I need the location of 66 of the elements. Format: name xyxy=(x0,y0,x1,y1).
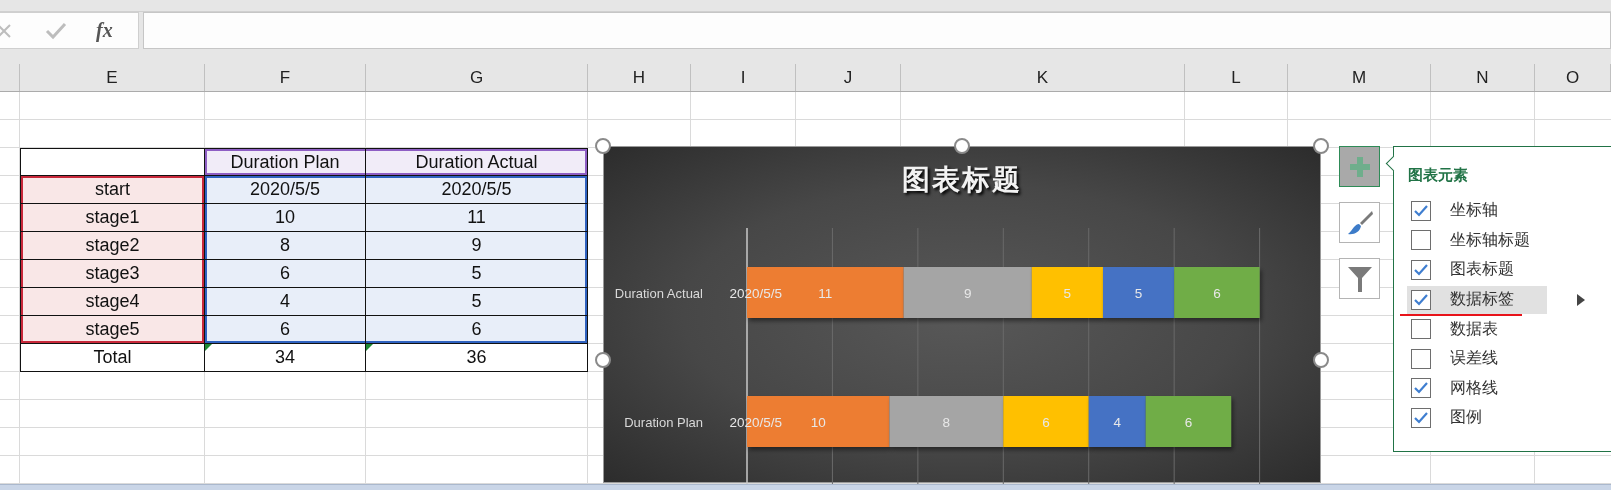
table-cell: 2020/5/5 xyxy=(205,176,366,204)
checklist-item[interactable]: 网格线 xyxy=(1407,374,1547,403)
column-header[interactable]: G xyxy=(366,64,588,91)
category-label: Duration Plan xyxy=(624,414,703,430)
table-cell: 34 xyxy=(205,344,366,372)
table-cell: 2020/5/5 xyxy=(366,176,588,204)
table-cell: 5 xyxy=(366,260,588,288)
table-cell: 6 xyxy=(205,260,366,288)
table-cell: start xyxy=(20,176,205,204)
table-cell: 10 xyxy=(205,204,366,232)
table-cell: Duration Actual xyxy=(366,148,588,176)
chart-tool-button[interactable] xyxy=(1339,202,1380,243)
checkbox[interactable] xyxy=(1411,407,1431,428)
column-header[interactable]: N xyxy=(1431,64,1535,91)
checklist-item[interactable]: 数据表 xyxy=(1407,315,1547,344)
table-cell: stage5 xyxy=(20,316,205,344)
check-icon[interactable] xyxy=(45,21,67,40)
table-cell: 6 xyxy=(366,316,588,344)
table-cell: 4 xyxy=(205,288,366,316)
column-header[interactable]: J xyxy=(796,64,901,91)
table-cell: 36 xyxy=(366,344,588,372)
column-header[interactable]: F xyxy=(205,64,366,91)
checkbox[interactable] xyxy=(1411,260,1431,280)
chart-title[interactable]: 图表标题 xyxy=(902,161,1022,199)
bar-segment[interactable] xyxy=(1102,267,1175,318)
column-header[interactable]: L xyxy=(1185,64,1288,91)
filter-icon xyxy=(1347,265,1372,292)
table-cell: 6 xyxy=(205,316,366,344)
table-cell: 5 xyxy=(366,288,588,316)
table-cell: stage1 xyxy=(20,204,205,232)
table-cell: Duration Plan xyxy=(205,148,366,176)
table-cell: stage4 xyxy=(20,288,205,316)
formula-input[interactable] xyxy=(143,12,1611,49)
checkbox[interactable] xyxy=(1411,348,1431,369)
table-cell: 11 xyxy=(366,204,588,232)
plus-icon xyxy=(1349,156,1370,177)
column-header[interactable]: M xyxy=(1288,64,1431,91)
table-cell: Total xyxy=(20,344,205,372)
checklist-item[interactable]: 坐标轴标题 xyxy=(1407,226,1547,255)
table-cell: stage2 xyxy=(20,232,205,260)
column-header[interactable]: H xyxy=(588,64,691,91)
brush-icon xyxy=(1346,209,1373,236)
column-header[interactable]: E xyxy=(20,64,205,91)
checklist-item[interactable]: 图例 xyxy=(1407,403,1547,432)
column-header[interactable]: O xyxy=(1535,64,1611,91)
checkbox[interactable] xyxy=(1411,200,1431,221)
panel-title: 图表元素 xyxy=(1408,166,1469,185)
submenu-arrow-icon[interactable] xyxy=(1577,293,1585,306)
checklist-item[interactable]: 图表标题 xyxy=(1407,256,1547,284)
checklist-item[interactable]: 坐标轴 xyxy=(1407,196,1547,225)
category-label: Duration Actual xyxy=(614,285,703,301)
insert-function-button[interactable]: fx xyxy=(96,19,113,42)
data-label[interactable]: 4 xyxy=(1113,414,1121,430)
checklist-item[interactable]: 误差线 xyxy=(1407,344,1547,373)
chart-tool-button[interactable] xyxy=(1339,258,1380,299)
column-header[interactable]: I xyxy=(691,64,796,91)
checkbox[interactable] xyxy=(1411,289,1431,310)
column-header[interactable]: K xyxy=(901,64,1185,91)
table-cell: 9 xyxy=(366,232,588,260)
table-cell: 8 xyxy=(205,232,366,260)
checkbox[interactable] xyxy=(1411,230,1431,251)
checkbox[interactable] xyxy=(1411,378,1431,399)
table-cell: stage3 xyxy=(20,260,205,288)
data-label[interactable]: 5 xyxy=(1134,285,1143,301)
checkbox[interactable] xyxy=(1411,319,1431,340)
checklist-item[interactable]: 数据标签 xyxy=(1407,285,1547,314)
